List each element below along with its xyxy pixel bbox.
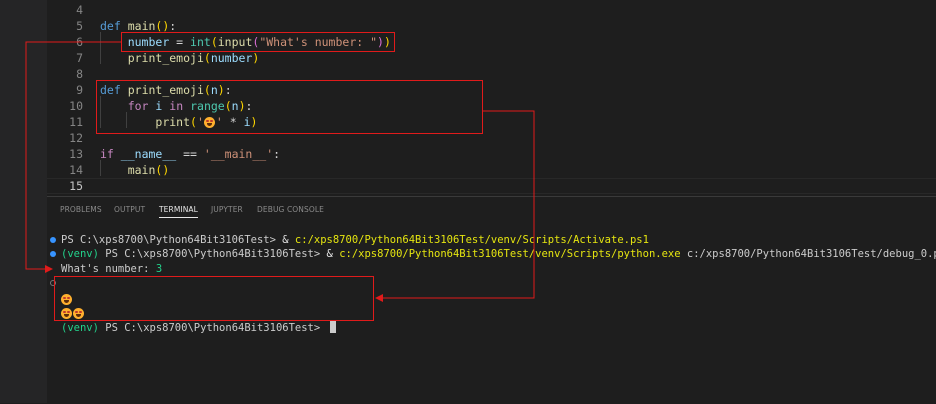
line-number: 14 bbox=[69, 163, 83, 177]
terminal-line: (venv) PS C:\xps8700\Python64Bit3106Test… bbox=[61, 247, 936, 261]
code-token: main bbox=[127, 19, 156, 33]
code-line: 13 if __name__ == '__main__': bbox=[47, 146, 936, 162]
amp-operator: & bbox=[282, 234, 295, 246]
terminal-line: PS C:\xps8700\Python64Bit3106Test> & c:/… bbox=[61, 233, 649, 247]
input-prompt: What's number: bbox=[61, 263, 156, 275]
python-exe-path: c:/xps8700/Python64Bit3106Test/venv/Scri… bbox=[339, 248, 681, 260]
code-line: 4 bbox=[47, 2, 936, 18]
input-value: 3 bbox=[155, 263, 163, 275]
code-token: ) bbox=[252, 51, 260, 65]
command-success-dot[interactable] bbox=[50, 251, 56, 257]
terminal-line: What's number: 3 bbox=[61, 262, 162, 276]
code-token: number bbox=[210, 51, 253, 65]
code-token: main bbox=[127, 163, 156, 177]
code-text: if __name__ == '__main__': bbox=[100, 146, 280, 162]
annotation-box-output bbox=[54, 276, 374, 321]
line-number: 12 bbox=[69, 131, 83, 145]
current-line-highlight bbox=[47, 178, 936, 194]
code-token: ( bbox=[203, 51, 211, 65]
prompt-text: PS C:\xps8700\Python64Bit3106Test> bbox=[61, 234, 283, 246]
prompt-text: PS C:\xps8700\Python64Bit3106Test> bbox=[105, 248, 327, 260]
activity-bar bbox=[0, 0, 47, 403]
code-token: print_emoji bbox=[127, 51, 204, 65]
line-number: 6 bbox=[76, 35, 83, 49]
line-number: 7 bbox=[76, 51, 83, 65]
command-path: c:/xps8700/Python64Bit3106Test/venv/Scri… bbox=[294, 234, 649, 246]
code-token: == bbox=[176, 147, 204, 161]
line-number: 11 bbox=[69, 115, 83, 129]
code-token: : bbox=[273, 147, 281, 161]
code-token: if bbox=[100, 147, 114, 161]
line-number: 10 bbox=[69, 99, 83, 113]
line-number: 8 bbox=[76, 67, 83, 81]
code-line: 14 main() bbox=[47, 162, 936, 178]
prompt-text: PS C:\xps8700\Python64Bit3106Test> bbox=[105, 322, 327, 334]
annotation-box-input-line bbox=[121, 32, 395, 52]
terminal-line: (venv) PS C:\xps8700\Python64Bit3106Test… bbox=[61, 321, 336, 335]
code-text: main() bbox=[100, 162, 170, 178]
line-number: 4 bbox=[76, 3, 83, 17]
command-success-dot[interactable] bbox=[50, 237, 56, 243]
code-token: def bbox=[100, 19, 121, 33]
code-text: print_emoji(number) bbox=[100, 50, 260, 66]
line-number: 5 bbox=[76, 19, 83, 33]
venv-label: (venv) bbox=[61, 248, 106, 260]
terminal-cursor bbox=[329, 321, 336, 333]
line-number: 9 bbox=[76, 83, 83, 97]
script-arg: c:/xps8700/Python64Bit3106Test/debug_0.p… bbox=[680, 248, 936, 260]
code-token: () bbox=[155, 163, 170, 177]
code-token: () bbox=[155, 19, 170, 33]
amp-operator: & bbox=[326, 248, 340, 260]
code-token: : bbox=[169, 19, 177, 33]
line-number: 13 bbox=[69, 147, 83, 161]
code-token: __name__ bbox=[120, 147, 177, 161]
code-token: '__main__' bbox=[203, 147, 274, 161]
venv-label: (venv) bbox=[61, 322, 106, 334]
code-line: 7 print_emoji(number) bbox=[47, 50, 936, 66]
annotation-box-print-emoji bbox=[96, 80, 483, 134]
